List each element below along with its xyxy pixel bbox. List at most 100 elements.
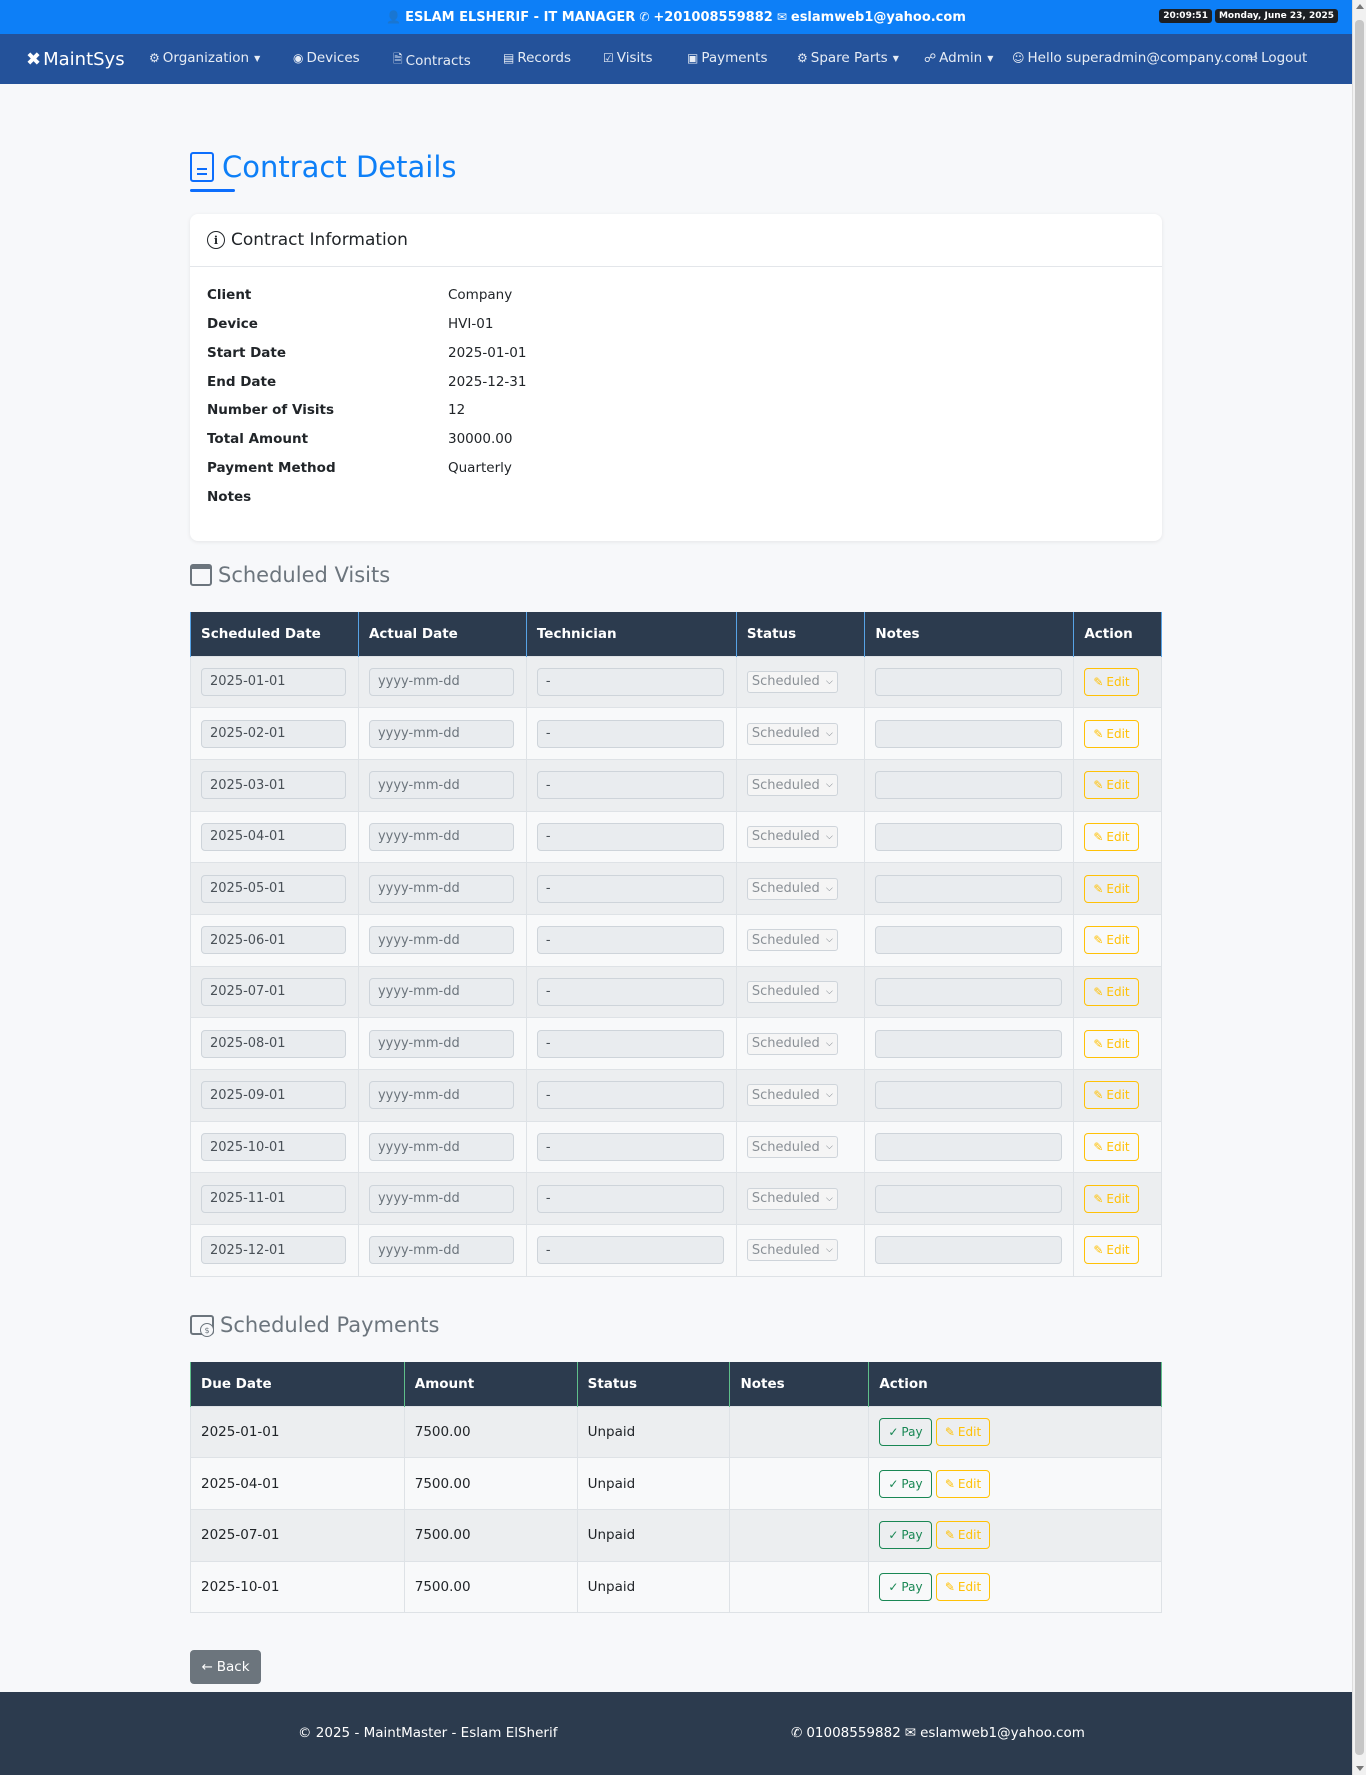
edit-button[interactable]: ✎ Edit [1084,1133,1139,1162]
edit-button[interactable]: ✎ Edit [1084,926,1139,955]
nav-payments[interactable]: ▣ Payments [687,50,767,66]
notes-input[interactable] [875,926,1063,955]
notes-input[interactable] [875,1236,1063,1265]
brand-link[interactable]: ✖ MaintSys [26,49,134,70]
status-select[interactable]: Scheduled ⌵ [746,929,838,952]
status-select[interactable]: Scheduled ⌵ [746,1136,838,1159]
technician-input[interactable]: - [536,1081,724,1110]
nav-visits[interactable]: ☑ Visits [603,50,653,66]
status-select[interactable]: Scheduled ⌵ [746,825,838,848]
scheduled-date-input[interactable]: 2025-07-01 [201,977,346,1006]
edit-button[interactable]: ✎ Edit [1084,1029,1139,1058]
status-select[interactable]: Scheduled ⌵ [746,1239,838,1262]
scheduled-date-input[interactable]: 2025-12-01 [201,1236,346,1265]
technician-input[interactable]: - [536,1184,724,1213]
status-select[interactable]: Scheduled ⌵ [746,774,838,797]
notes-input[interactable] [875,719,1063,748]
nav-account[interactable]: ☺ Hello superadmin@company.com! [1012,50,1259,66]
technician-input[interactable]: - [536,1029,724,1058]
actual-date-input[interactable]: yyyy-mm-dd [368,926,514,955]
edit-button[interactable]: ✎ Edit [1084,719,1139,748]
edit-button[interactable]: ✎ Edit [1084,667,1139,696]
notes-input[interactable] [875,874,1063,903]
actual-date-input[interactable]: yyyy-mm-dd [368,771,514,800]
edit-button[interactable]: ✎ Edit [1084,822,1139,851]
notes-input[interactable] [875,1133,1063,1162]
nav-records[interactable]: ▤ Records [503,50,571,66]
status-select[interactable]: Scheduled ⌵ [746,1084,838,1107]
status-select[interactable]: Scheduled ⌵ [746,877,838,900]
nav-contracts[interactable]: 🗎 Contracts [393,50,471,71]
edit-button[interactable]: ✎ Edit [1084,1081,1139,1110]
technician-input[interactable]: - [536,667,724,696]
actual-date-input[interactable]: yyyy-mm-dd [368,667,514,696]
notes-input[interactable] [875,1029,1063,1058]
status-select[interactable]: Scheduled ⌵ [746,1032,838,1055]
nav-admin[interactable]: ☍ Admin ▼ [924,50,993,66]
technician-input[interactable]: - [536,1133,724,1162]
status-cell: Unpaid [576,1508,731,1562]
cell: ✎ Edit [1073,965,1162,1019]
notes-input[interactable] [875,1081,1063,1110]
scroll-up-arrow[interactable] [1356,4,1364,9]
status-select[interactable]: Scheduled ⌵ [746,980,838,1003]
nav-devices[interactable]: ◉ Devices [293,50,360,66]
pay-button[interactable]: ✓ Pay [879,1469,932,1498]
actual-date-input[interactable]: yyyy-mm-dd [368,977,514,1006]
edit-button[interactable]: ✎ Edit [935,1469,991,1498]
technician-input[interactable]: - [536,719,724,748]
status-select[interactable]: Scheduled ⌵ [746,670,838,693]
nav-spare-parts[interactable]: ⚙ Spare Parts ▼ [797,50,899,66]
actual-date-input[interactable]: yyyy-mm-dd [368,874,514,903]
edit-button[interactable]: ✎ Edit [1084,1236,1139,1265]
scheduled-date-input[interactable]: 2025-08-01 [201,1029,346,1058]
notes-input[interactable] [875,822,1063,851]
edit-button[interactable]: ✎ Edit [935,1572,991,1601]
scheduled-date-input[interactable]: 2025-03-01 [201,771,346,800]
edit-button[interactable]: ✎ Edit [935,1521,991,1550]
scheduled-date-input[interactable]: 2025-05-01 [201,874,346,903]
pay-button[interactable]: ✓ Pay [879,1417,932,1446]
pay-button[interactable]: ✓ Pay [879,1521,932,1550]
actual-date-input[interactable]: yyyy-mm-dd [368,719,514,748]
scheduled-date-input[interactable]: 2025-09-01 [201,1081,346,1110]
scroll-thumb[interactable] [1355,20,1364,1755]
technician-input[interactable]: - [536,926,724,955]
scroll-down-arrow[interactable] [1356,1766,1364,1771]
edit-button[interactable]: ✎ Edit [1084,1184,1139,1213]
scheduled-date-input[interactable]: 2025-02-01 [201,719,346,748]
cell: ✎ Edit [1073,913,1162,967]
technician-input[interactable]: - [536,874,724,903]
edit-button[interactable]: ✎ Edit [935,1417,991,1446]
scheduled-date-input[interactable]: 2025-01-01 [201,667,346,696]
nav-logout[interactable]: ⇨ Logout [1248,50,1307,66]
vertical-scrollbar[interactable] [1352,0,1366,1775]
actual-date-input[interactable]: yyyy-mm-dd [368,1236,514,1265]
contact-info: 👤 ESLAM ELSHERIF - IT MANAGER ✆ +2010085… [386,10,966,25]
nav-organization[interactable]: ⚙ Organization ▼ [149,50,260,66]
notes-input[interactable] [875,977,1063,1006]
technician-input[interactable]: - [536,771,724,800]
actual-date-input[interactable]: yyyy-mm-dd [368,1081,514,1110]
scheduled-date-input[interactable]: 2025-11-01 [201,1184,346,1213]
back-button[interactable]: ← Back [190,1650,261,1684]
status-select[interactable]: Scheduled ⌵ [746,1187,838,1210]
technician-input[interactable]: - [536,1236,724,1265]
scheduled-date-input[interactable]: 2025-10-01 [201,1133,346,1162]
actual-date-input[interactable]: yyyy-mm-dd [368,1133,514,1162]
actual-date-input[interactable]: yyyy-mm-dd [368,1029,514,1058]
scheduled-date-input[interactable]: 2025-06-01 [201,926,346,955]
notes-input[interactable] [875,667,1063,696]
pay-button[interactable]: ✓ Pay [879,1572,932,1601]
edit-button[interactable]: ✎ Edit [1084,977,1139,1006]
notes-input[interactable] [875,771,1063,800]
edit-button[interactable]: ✎ Edit [1084,771,1139,800]
status-select[interactable]: Scheduled ⌵ [746,722,838,745]
notes-input[interactable] [875,1184,1063,1213]
actual-date-input[interactable]: yyyy-mm-dd [368,822,514,851]
technician-input[interactable]: - [536,977,724,1006]
scheduled-date-input[interactable]: 2025-04-01 [201,822,346,851]
actual-date-input[interactable]: yyyy-mm-dd [368,1184,514,1213]
edit-button[interactable]: ✎ Edit [1084,874,1139,903]
technician-input[interactable]: - [536,822,724,851]
